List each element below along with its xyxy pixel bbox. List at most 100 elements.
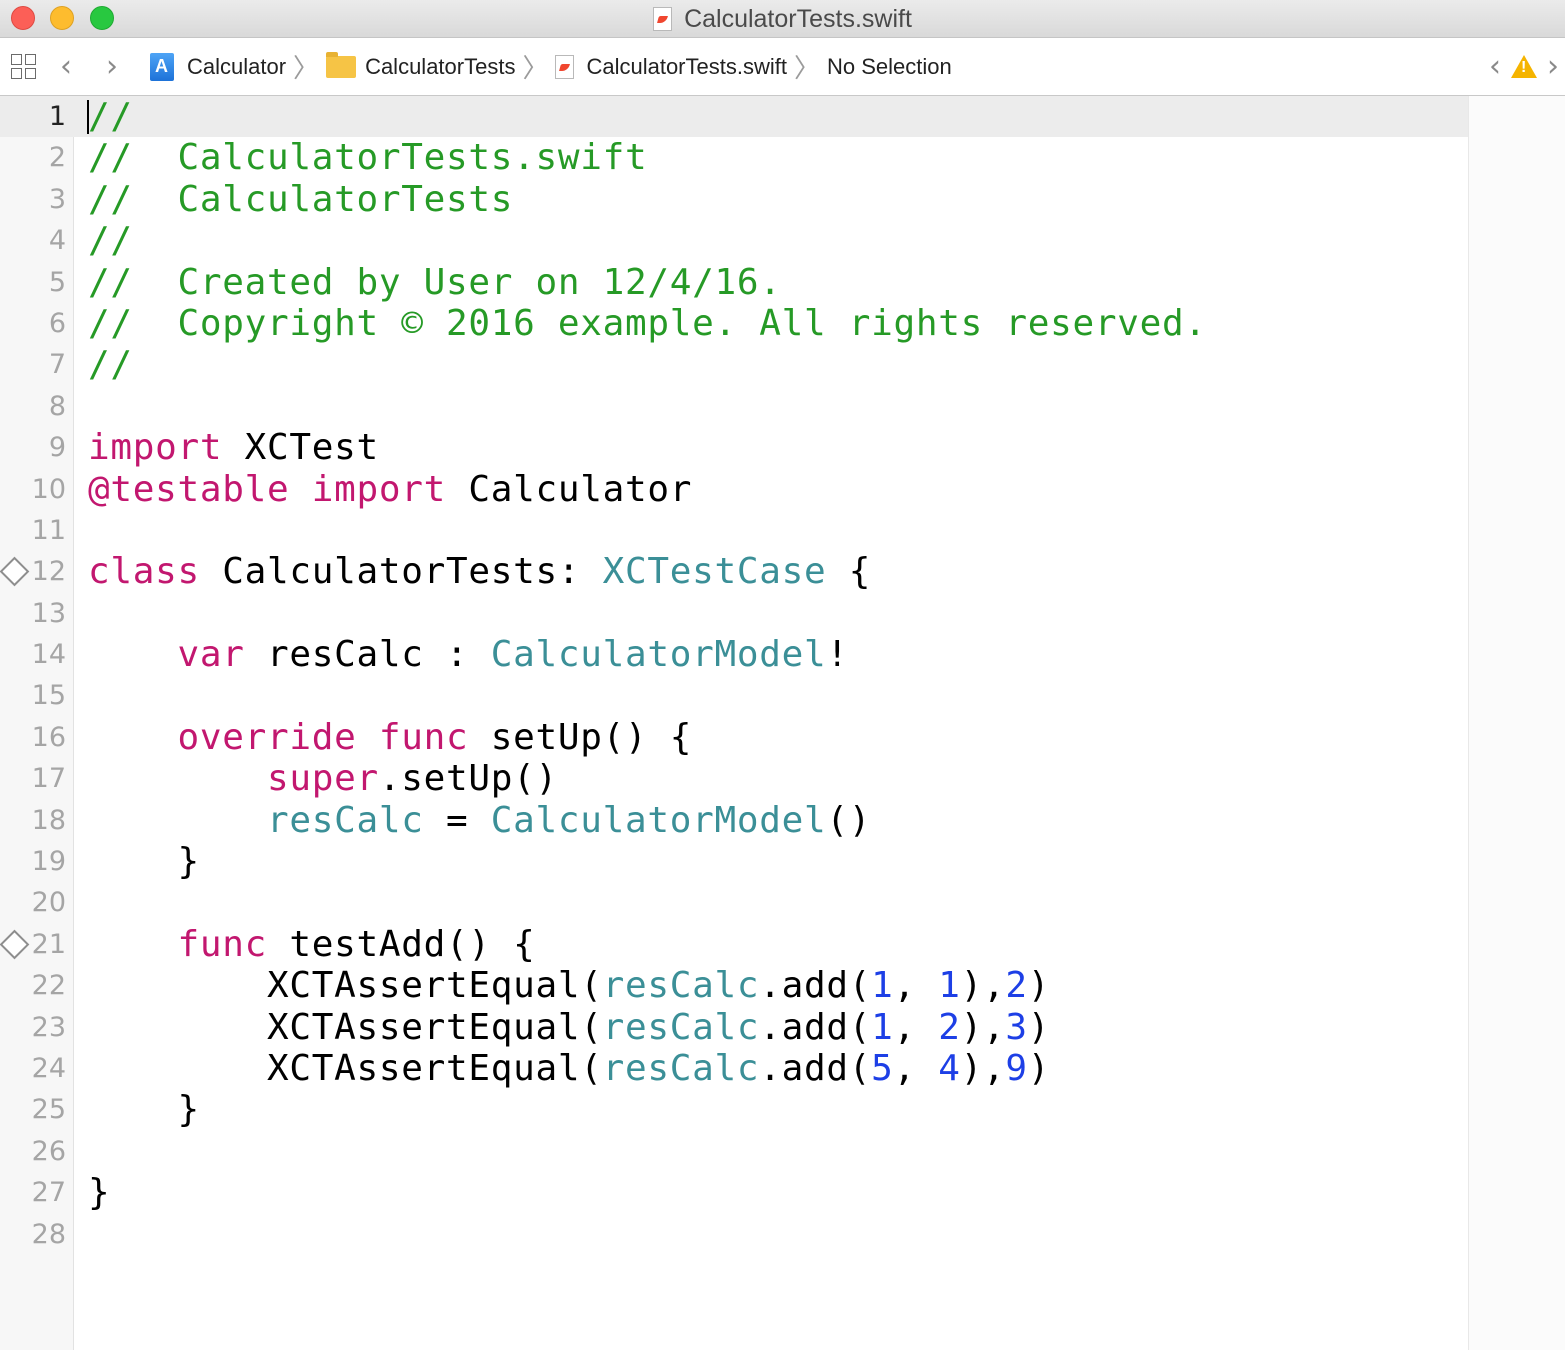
code-token-type: XCTestCase <box>602 551 827 593</box>
source-editor[interactable]: 1 // 2 // CalculatorTests.swift 3 // Calculat… <box>0 96 1468 1255</box>
code-token-plain: XCTest <box>222 427 379 469</box>
line-number: 13 <box>31 597 66 629</box>
code-token-plain: testAdd() { <box>267 923 536 965</box>
code-line[interactable]: 26 <box>0 1131 1468 1172</box>
breadcrumb-file-label: CalculatorTests.swift <box>586 53 787 79</box>
breadcrumb-file[interactable]: CalculatorTests.swift <box>555 54 787 80</box>
code-token-plain: { <box>826 551 872 593</box>
code-token-keyword: var <box>177 634 245 676</box>
code-token-type: CalculatorModel <box>490 799 827 841</box>
line-number: 19 <box>31 846 66 878</box>
code-line[interactable]: 8 <box>0 386 1468 427</box>
code-token-comment: // <box>88 96 133 137</box>
window-title: CalculatorTests.swift <box>0 0 1565 38</box>
code-token-keyword: class <box>88 551 200 593</box>
code-token-plain: setUp() { <box>468 716 693 758</box>
code-token-number: 9 <box>1005 1047 1028 1089</box>
swift-file-icon <box>555 54 575 79</box>
code-line[interactable]: 5 // Created by User on 12/4/16. <box>0 262 1468 303</box>
code-token-type: CalculatorModel <box>490 634 827 676</box>
code-line[interactable]: 13 <box>0 593 1468 634</box>
code-token-keyword: super <box>267 758 379 800</box>
code-line[interactable]: 20 <box>0 882 1468 923</box>
code-line[interactable]: 18 resCalc = CalculatorModel() <box>0 800 1468 841</box>
line-number: 2 <box>48 142 66 174</box>
code-line[interactable]: 2 // CalculatorTests.swift <box>0 137 1468 178</box>
code-line[interactable]: 14 var resCalc : CalculatorModel! <box>0 634 1468 675</box>
code-line[interactable]: 11 <box>0 510 1468 551</box>
code-line[interactable]: 12 class CalculatorTests: XCTestCase { <box>0 551 1468 592</box>
code-line[interactable]: 10 @testable import Calculator <box>0 469 1468 510</box>
code-line[interactable]: 22 XCTAssertEqual(resCalc.add(1, 1),2) <box>0 965 1468 1006</box>
code-line[interactable]: 17 super.setUp() <box>0 758 1468 799</box>
breadcrumb-group[interactable]: CalculatorTests <box>326 51 515 80</box>
go-back-icon[interactable]: ‹ <box>60 38 72 95</box>
code-token-type: resCalc <box>602 965 760 1007</box>
breadcrumb-separator-icon: 〉 <box>293 54 320 84</box>
code-token-plain: } <box>88 1089 200 1131</box>
code-line[interactable]: 27} <box>0 1172 1468 1213</box>
code-line[interactable]: 1 // <box>0 96 1468 138</box>
code-token-plain: ) <box>1027 1047 1051 1089</box>
breadcrumb-project[interactable]: Calculator <box>150 52 286 81</box>
line-number: 18 <box>31 804 66 836</box>
code-token-keyword: import <box>88 427 223 469</box>
code-line[interactable]: 7 // <box>0 344 1468 385</box>
warning-icon[interactable] <box>1511 55 1537 78</box>
code-token-plain: , <box>893 1006 939 1048</box>
previous-issue-icon[interactable]: ‹ <box>1489 49 1501 84</box>
code-token-plain: .add( <box>759 965 872 1007</box>
code-line[interactable]: 4 // <box>0 220 1468 261</box>
code-line[interactable]: 6 // Copyright © 2016 example. All rights… <box>0 303 1468 344</box>
go-forward-icon[interactable]: › <box>106 38 118 95</box>
code-line[interactable]: 28 <box>0 1214 1468 1255</box>
line-number: 1 <box>48 101 66 132</box>
breadcrumb-separator-icon: 〉 <box>793 54 820 84</box>
code-token-plain: .add( <box>759 1006 872 1048</box>
code-line[interactable]: 25 } <box>0 1089 1468 1130</box>
code-token-comment: // CalculatorTests.swift <box>88 137 648 179</box>
code-token-plain: ), <box>960 965 1006 1007</box>
line-number: 17 <box>31 763 66 795</box>
line-number: 15 <box>31 680 66 712</box>
code-text: override func setUp() { <box>88 717 692 758</box>
code-text: class CalculatorTests: XCTestCase { <box>88 551 871 592</box>
line-number: 11 <box>31 514 66 546</box>
code-line[interactable]: 24 XCTAssertEqual(resCalc.add(5, 4),9) <box>0 1048 1468 1089</box>
title-bar: CalculatorTests.swift <box>0 0 1565 38</box>
code-line[interactable]: 16 override func setUp() { <box>0 717 1468 758</box>
code-token-comment: // Created by User on 12/4/16. <box>88 261 782 303</box>
line-number: 20 <box>31 887 66 919</box>
breadcrumb: Calculator 〉 CalculatorTests 〉 Calculato… <box>150 38 952 95</box>
code-token-number: 2 <box>1005 965 1028 1007</box>
editor-right-margin <box>1468 96 1565 1350</box>
code-token-comment: // <box>88 220 133 262</box>
code-line[interactable]: 9 import XCTest <box>0 427 1468 468</box>
code-line[interactable]: 23 XCTAssertEqual(resCalc.add(1, 2),3) <box>0 1007 1468 1048</box>
code-token-plain: .add( <box>759 1047 872 1089</box>
related-items-icon[interactable] <box>11 38 36 95</box>
code-line[interactable]: 19 } <box>0 841 1468 882</box>
code-token-keyword: override <box>177 716 357 758</box>
code-text: } <box>88 1172 110 1213</box>
code-token-number: 3 <box>1005 1006 1028 1048</box>
code-token-comment: // CalculatorTests <box>88 178 514 220</box>
next-issue-icon[interactable]: › <box>1547 49 1559 84</box>
code-token-number: 1 <box>871 1006 894 1048</box>
issue-navigation: ‹ › <box>1489 38 1559 95</box>
breadcrumb-symbol[interactable]: No Selection <box>827 54 952 80</box>
code-line[interactable]: 3 // CalculatorTests <box>0 179 1468 220</box>
code-line[interactable]: 15 <box>0 675 1468 716</box>
line-number: 3 <box>48 183 66 215</box>
code-token-plain: CalculatorTests: <box>199 551 603 593</box>
code-line[interactable]: 21 func testAdd() { <box>0 924 1468 965</box>
breadcrumb-separator-icon: 〉 <box>522 54 549 84</box>
code-text: } <box>88 841 200 882</box>
code-token-plain: , <box>893 965 939 1007</box>
code-token-plain: Calculator <box>446 468 693 510</box>
code-token-plain: .setUp() <box>378 758 558 800</box>
code-text: import XCTest <box>88 427 379 468</box>
